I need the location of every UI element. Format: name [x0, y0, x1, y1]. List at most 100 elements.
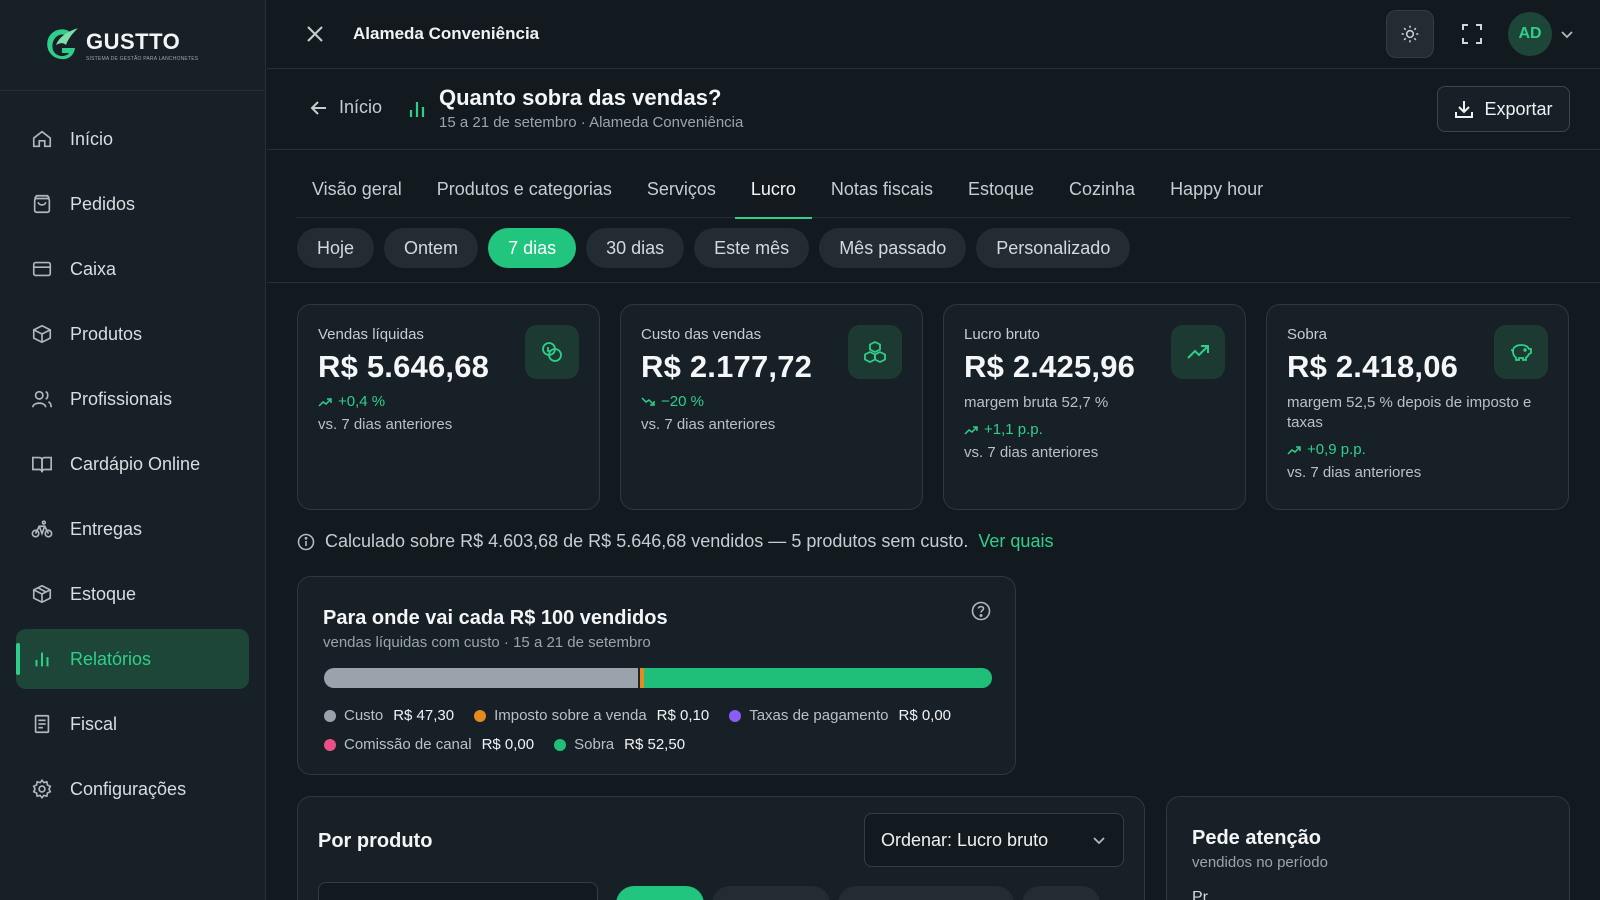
legend-value: R$ 52,50 — [624, 736, 686, 753]
bag-icon — [30, 192, 54, 216]
period-30-dias[interactable]: 30 dias — [586, 228, 685, 268]
chevron-down-icon — [1091, 832, 1107, 848]
by-product-title: Por produto — [318, 830, 433, 852]
export-button[interactable]: Exportar — [1437, 86, 1570, 132]
tab-produtos-e-categorias[interactable]: Produtos e categorias — [421, 167, 628, 218]
logo[interactable]: GUSTTO SISTEMA DE GESTÃO PARA LANCHONETE… — [0, 0, 265, 91]
avatar[interactable]: AD — [1508, 12, 1552, 56]
sidebar-item-cardapio-online[interactable]: Cardápio Online — [16, 434, 249, 494]
period-personalizado[interactable]: Personalizado — [976, 228, 1131, 268]
bar-chart-icon — [30, 647, 54, 671]
view-products-link[interactable]: Ver quais — [978, 531, 1053, 552]
brand-tagline: SISTEMA DE GESTÃO PARA LANCHONETES — [86, 55, 199, 62]
legend-item-taxas: Taxas de pagamento R$ 0,00 — [729, 707, 951, 724]
sidebar-item-inicio[interactable]: Início — [16, 109, 249, 169]
card-icon — [30, 257, 54, 281]
users-icon — [30, 387, 54, 411]
breakdown-bar — [324, 668, 992, 688]
legend-name: Comissão de canal — [344, 736, 472, 753]
kpi-compare: vs. 7 dias anteriores — [964, 444, 1099, 461]
tab-cozinha[interactable]: Cozinha — [1053, 167, 1151, 218]
tab-notas-fiscais[interactable]: Notas fiscais — [815, 167, 949, 218]
trending-up-icon — [318, 397, 332, 407]
breakdown-segment-4 — [643, 668, 992, 688]
arrow-left-icon — [309, 98, 329, 118]
back-link[interactable]: Início — [309, 97, 382, 118]
filter-chip[interactable] — [712, 886, 830, 900]
sidebar-item-configuracoes[interactable]: Configurações — [16, 759, 249, 819]
legend-name: Imposto sobre a venda — [494, 707, 647, 724]
tab-servicos[interactable]: Serviços — [631, 167, 732, 218]
legend-name: Taxas de pagamento — [749, 707, 889, 724]
sidebar-item-pedidos[interactable]: Pedidos — [16, 174, 249, 234]
sort-select[interactable]: Ordenar: Lucro bruto — [864, 813, 1124, 867]
tab-happy-hour[interactable]: Happy hour — [1154, 167, 1279, 218]
trending-up-icon — [1171, 325, 1225, 379]
kpi-card-custo-das-vendas: Custo das vendas R$ 2.177,72 −20 % vs. 7… — [620, 304, 923, 510]
book-icon — [30, 452, 54, 476]
sidebar-item-profissionais[interactable]: Profissionais — [16, 369, 249, 429]
sidebar-item-label: Pedidos — [70, 193, 136, 214]
package-icon — [30, 582, 54, 606]
legend-value: R$ 0,00 — [481, 736, 535, 753]
breakdown-subtitle: vendas líquidas com custo · 15 a 21 de s… — [323, 634, 651, 651]
download-icon — [1454, 99, 1474, 119]
product-filter-chips — [616, 886, 1108, 900]
kpi-delta: +1,1 p.p. — [964, 421, 1225, 438]
page-header: Início Quanto sobra das vendas? 15 a 21 … — [267, 69, 1600, 150]
brand-name: GUSTTO — [86, 28, 181, 54]
kpi-card-sobra: Sobra R$ 2.418,06 margem 52,5 % depois d… — [1266, 304, 1569, 510]
sidebar-item-label: Produtos — [70, 323, 143, 344]
sort-select-value: Ordenar: Lucro bruto — [881, 829, 1049, 850]
period-7-dias[interactable]: 7 dias — [488, 228, 577, 268]
sidebar-item-label: Início — [70, 128, 114, 149]
sidebar-nav: Início Pedidos Caixa Produtos Profission… — [0, 91, 265, 819]
sidebar-item-relatorios[interactable]: Relatórios — [16, 629, 249, 689]
sidebar-item-produtos[interactable]: Produtos — [16, 304, 249, 364]
sidebar-item-label: Profissionais — [70, 388, 173, 409]
period-mes-passado[interactable]: Mês passado — [819, 228, 967, 268]
calculation-note: Calculado sobre R$ 4.603,68 de R$ 5.646,… — [297, 531, 1053, 552]
kpi-delta-value: +1,1 p.p. — [984, 421, 1043, 438]
sidebar-item-estoque[interactable]: Estoque — [16, 564, 249, 624]
legend-dot — [554, 738, 567, 751]
tab-visao-geral[interactable]: Visão geral — [296, 167, 418, 218]
topbar-actions: AD — [1386, 10, 1574, 58]
legend-item-imposto: Imposto sobre a venda R$ 0,10 — [474, 707, 709, 724]
fullscreen-button[interactable] — [1448, 10, 1496, 58]
product-search-input[interactable] — [318, 882, 598, 900]
info-icon — [297, 533, 315, 551]
trending-down-icon — [641, 396, 655, 407]
kpi-delta: +0,4 % — [318, 393, 579, 410]
sidebar-item-fiscal[interactable]: Fiscal — [16, 694, 249, 754]
legend-dot — [729, 709, 742, 722]
period-filter: Hoje Ontem 7 dias 30 dias Este mês Mês p… — [297, 228, 1140, 268]
tab-lucro[interactable]: Lucro — [734, 167, 812, 219]
kpi-delta-value: +0,4 % — [338, 393, 386, 410]
legend-item-comissao: Comissão de canal R$ 0,00 — [324, 736, 534, 753]
coins-icon — [525, 325, 579, 379]
tab-estoque[interactable]: Estoque — [952, 167, 1050, 218]
gear-icon — [30, 777, 54, 801]
filter-chip[interactable] — [616, 886, 704, 900]
kpi-margin: margem 52,5 % depois de imposto e taxas — [1287, 394, 1532, 431]
export-button-label: Exportar — [1484, 98, 1553, 119]
kpi-compare: vs. 7 dias anteriores — [641, 416, 776, 433]
kpi-delta-value: +0,9 p.p. — [1307, 441, 1366, 458]
filter-chip[interactable] — [838, 886, 1014, 900]
close-icon[interactable] — [303, 22, 327, 46]
sidebar-item-caixa[interactable]: Caixa — [16, 239, 249, 299]
period-hoje[interactable]: Hoje — [297, 228, 375, 268]
help-icon[interactable] — [971, 601, 991, 621]
period-ontem[interactable]: Ontem — [384, 228, 479, 268]
filter-chip[interactable] — [1022, 886, 1100, 900]
sidebar-item-label: Configurações — [70, 778, 187, 799]
legend-value: R$ 0,10 — [656, 707, 710, 724]
sidebar-item-entregas[interactable]: Entregas — [16, 499, 249, 559]
back-link-label: Início — [339, 97, 383, 117]
period-este-mes[interactable]: Este mês — [694, 228, 810, 268]
theme-toggle-button[interactable] — [1386, 10, 1434, 58]
kpi-delta-value: −20 % — [661, 393, 704, 410]
boxes-icon — [848, 325, 902, 379]
chevron-down-icon[interactable] — [1560, 27, 1574, 41]
